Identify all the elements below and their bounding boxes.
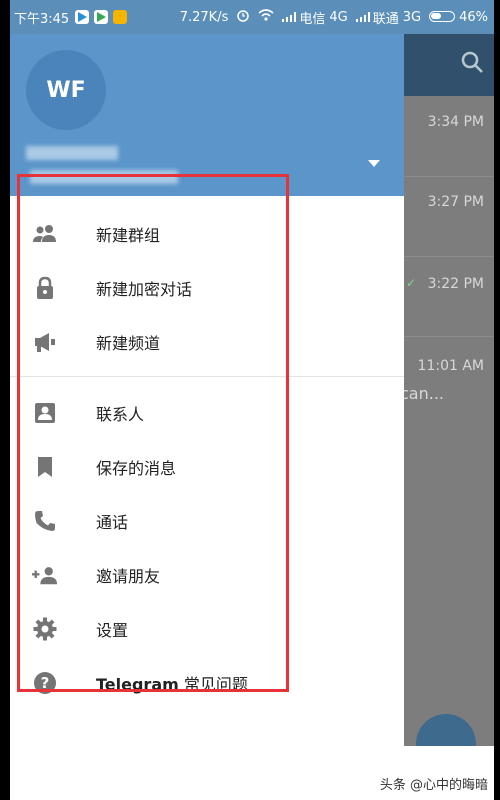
carrier-2: 联通 (372, 11, 399, 27)
menu-item-invite-friends[interactable]: 邀请朋友 (10, 548, 404, 602)
status-time: 下午3:45 (14, 11, 70, 27)
drawer-header: WF (10, 34, 404, 196)
help-icon: ? (32, 670, 58, 696)
menu-label: 新建群组 (96, 226, 161, 245)
chat-list-header (404, 34, 494, 96)
menu-item-contacts[interactable]: 联系人 (10, 386, 404, 440)
megaphone-icon (32, 329, 58, 355)
menu-item-new-group[interactable]: 新建群组 (10, 207, 404, 261)
add-person-icon (32, 562, 58, 588)
menu-item-new-secret-chat[interactable]: 新建加密对话 (10, 261, 404, 315)
network-type-1: 4G (329, 9, 348, 25)
contact-icon (32, 400, 58, 426)
play-store-icon (94, 10, 109, 24)
divider (404, 176, 494, 177)
bookmark-icon (32, 454, 58, 480)
menu-item-new-channel[interactable]: 新建频道 (10, 315, 404, 369)
chat-time: 3:27 PM (427, 194, 484, 210)
divider (404, 256, 494, 257)
menu-label: 联系人 (96, 405, 145, 424)
network-type-2: 3G (402, 9, 422, 25)
menu-divider (10, 376, 404, 377)
divider (404, 336, 494, 337)
menu-item-calls[interactable]: 通话 (10, 494, 404, 548)
carrier-1: 电信 (299, 11, 326, 27)
blurred-phone-number (30, 170, 178, 184)
menu-label: Telegram 常见问题 (96, 671, 248, 695)
chat-list-background: 3:34 PM 3:27 PM ✓ 3:22 PM 11:01 AM can..… (400, 34, 494, 800)
signal-icon (282, 10, 297, 25)
chat-time: 3:22 PM (427, 276, 484, 292)
faq-label: 常见问题 (178, 675, 248, 694)
navigation-drawer: WF 新建群组 新建加密对话 新建频道 联系人 保存的消息 通话 邀请朋友 设置… (10, 34, 404, 800)
blurred-username (26, 146, 118, 160)
avatar[interactable]: WF (26, 50, 106, 130)
menu-label: 保存的消息 (96, 459, 177, 478)
menu-label: 邀请朋友 (96, 567, 161, 586)
chat-snippet: can... (400, 384, 444, 403)
watermark: 头条 @心中的晦暗 (379, 778, 488, 793)
play-icon (75, 10, 90, 24)
chat-time: 3:34 PM (427, 114, 484, 130)
lock-icon (32, 275, 58, 301)
brand-name: Telegram (96, 675, 179, 694)
wifi-icon (258, 9, 274, 25)
phone-icon (32, 508, 58, 534)
svg-text:?: ? (41, 674, 50, 692)
account-dropdown-icon[interactable] (368, 160, 380, 167)
alarm-icon (236, 8, 250, 26)
group-icon (32, 221, 58, 247)
battery-level: 46% (459, 9, 488, 25)
chat-time: 11:01 AM (417, 358, 484, 374)
app-icon (113, 10, 128, 24)
status-bar: 下午3:45 7.27K/s 电信 4G 联通 3G 46% (10, 0, 494, 34)
menu-item-settings[interactable]: 设置 (10, 602, 404, 656)
menu-label: 新建加密对话 (96, 280, 193, 299)
menu-item-telegram-faq[interactable]: ? Telegram 常见问题 (10, 656, 404, 710)
signal-icon (355, 10, 370, 25)
search-icon[interactable] (460, 50, 486, 76)
menu-label: 新建频道 (96, 334, 161, 353)
menu-item-saved-messages[interactable]: 保存的消息 (10, 440, 404, 494)
gear-icon (32, 616, 58, 642)
battery-icon (429, 10, 456, 25)
network-speed: 7.27K/s (179, 9, 229, 25)
menu-label: 设置 (96, 621, 129, 640)
menu-label: 通话 (96, 513, 129, 532)
read-check-icon: ✓ (406, 276, 417, 290)
phone-screen: 下午3:45 7.27K/s 电信 4G 联通 3G 46% 3:34 PM 3… (10, 0, 494, 800)
